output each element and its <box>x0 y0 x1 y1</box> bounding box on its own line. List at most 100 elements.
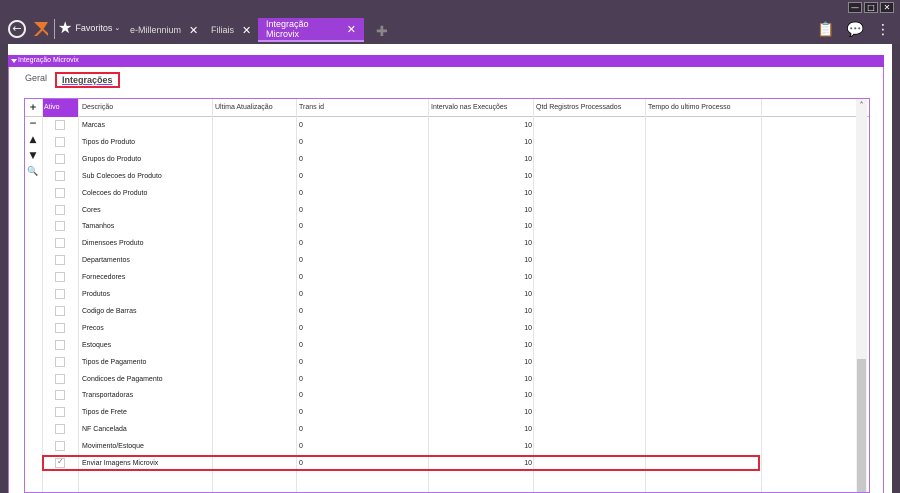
cell-trans-id: 0 <box>299 189 303 197</box>
ativo-checkbox[interactable] <box>55 339 65 350</box>
column-header-trans-id[interactable]: Trans id <box>297 99 427 117</box>
cell-intervalo: 10 <box>524 138 532 146</box>
table-row[interactable]: Cores 0 10 <box>25 202 857 219</box>
cell-descricao: Transportadoras <box>82 392 134 400</box>
table-row[interactable]: Tamanhos 0 10 <box>25 218 857 235</box>
close-window-button[interactable]: ✕ <box>880 2 894 13</box>
ativo-checkbox[interactable] <box>55 390 65 401</box>
new-tab-plus-icon[interactable]: ✚ <box>376 24 388 40</box>
app-logo-icon <box>34 22 48 36</box>
ativo-checkbox[interactable] <box>55 289 65 299</box>
cell-intervalo: 10 <box>524 358 532 366</box>
subtab-integracoes[interactable]: Integrações <box>55 72 120 88</box>
close-tab-icon[interactable]: ✕ <box>347 23 356 36</box>
clipboard-check-icon[interactable]: 📋 <box>817 22 834 38</box>
cell-trans-id: 0 <box>299 409 303 417</box>
topbar-divider <box>54 19 55 39</box>
tab-e-millennium[interactable]: e-Millennium ✕ <box>122 18 206 42</box>
column-header-descricao[interactable]: Descrição <box>80 99 210 117</box>
table-row[interactable]: Departamentos 0 10 <box>25 252 857 269</box>
cell-intervalo: 10 <box>524 223 532 231</box>
ativo-checkbox[interactable] <box>55 255 65 266</box>
table-row[interactable]: Fornecedores 0 10 <box>25 269 857 286</box>
integrations-grid: Ativo Descrição Ultima Atualização Trans… <box>24 98 870 493</box>
table-row[interactable]: Tipos de Frete 0 10 <box>25 404 857 421</box>
column-header-tempo[interactable]: Tempo do ultimo Processo <box>646 99 762 117</box>
table-row[interactable]: NF Cancelada 0 10 <box>25 421 857 438</box>
scroll-up-chevron-icon[interactable]: ˄ <box>856 101 867 111</box>
table-row[interactable]: Dimensoes Produto 0 10 <box>25 235 857 252</box>
cell-intervalo: 10 <box>524 172 532 180</box>
ativo-checkbox[interactable] <box>55 305 65 316</box>
ativo-checkbox[interactable] <box>55 441 65 452</box>
ativo-checkbox[interactable] <box>55 272 65 283</box>
table-row[interactable]: Produtos 0 10 <box>25 286 857 303</box>
cell-intervalo: 10 <box>524 291 532 298</box>
cell-trans-id: 0 <box>299 274 303 282</box>
table-row[interactable]: Transportadoras 0 10 <box>25 387 857 404</box>
ativo-checkbox[interactable] <box>55 373 65 384</box>
table-row[interactable]: Colecoes do Produto 0 10 <box>25 185 857 202</box>
cell-descricao: Tipos do Produto <box>82 138 136 146</box>
tab-filiais[interactable]: Filiais ✕ <box>203 18 259 42</box>
cell-descricao: Produtos <box>82 291 111 298</box>
ativo-checkbox[interactable] <box>55 187 65 198</box>
ativo-checkbox[interactable] <box>55 170 65 181</box>
cell-descricao: Precos <box>82 324 104 332</box>
close-tab-icon[interactable]: ✕ <box>189 24 198 37</box>
section-header[interactable]: Integração Microvix <box>8 55 884 67</box>
more-vertical-icon[interactable]: ⋮ <box>876 22 890 38</box>
ativo-checkbox[interactable] <box>55 221 65 232</box>
cell-descricao: Tipos de Frete <box>82 409 127 417</box>
column-header-ativo[interactable]: Ativo <box>42 99 78 117</box>
table-row[interactable]: Movimento/Estoque 0 10 <box>25 438 857 455</box>
subtab-geral[interactable]: Geral <box>25 73 47 83</box>
cell-intervalo: 10 <box>524 409 532 417</box>
table-row[interactable]: Precos 0 10 <box>25 320 857 337</box>
ativo-checkbox[interactable] <box>55 322 65 333</box>
chat-bubbles-icon[interactable]: 💬 <box>847 22 864 38</box>
column-header-qtd-registros[interactable]: Qtd Registros Processados <box>534 99 646 117</box>
table-row[interactable]: Tipos de Pagamento 0 10 <box>25 354 857 371</box>
cell-intervalo: 10 <box>524 206 532 214</box>
ativo-checkbox[interactable] <box>55 120 65 130</box>
cell-trans-id: 0 <box>299 307 303 315</box>
table-row[interactable]: Estoques 0 10 <box>25 337 857 354</box>
vertical-scrollbar[interactable]: ˄ <box>856 99 867 492</box>
cell-trans-id: 0 <box>299 324 303 332</box>
table-row[interactable]: Marcas 0 10 <box>25 117 857 134</box>
favorites-label: Favoritos <box>75 22 113 33</box>
cell-trans-id: 0 <box>299 240 303 248</box>
ativo-checkbox[interactable] <box>55 238 65 249</box>
ativo-checkbox[interactable] <box>55 136 65 147</box>
cell-descricao: Movimento/Estoque <box>82 443 144 451</box>
ativo-checkbox[interactable] <box>55 356 65 367</box>
table-row[interactable]: Codigo de Barras 0 10 <box>25 303 857 320</box>
table-row[interactable]: Grupos do Produto 0 10 <box>25 151 857 168</box>
scrollbar-thumb[interactable] <box>857 359 866 492</box>
column-header-intervalo[interactable]: Intervalo nas Execuções <box>429 99 533 117</box>
cell-descricao: Colecoes do Produto <box>82 189 148 197</box>
close-tab-icon[interactable]: ✕ <box>242 24 251 37</box>
table-row[interactable]: Condicoes de Pagamento 0 10 <box>25 371 857 388</box>
favorites-menu[interactable]: ★ Favoritos ⌄ <box>58 18 120 37</box>
cell-descricao: Sub Colecoes do Produto <box>82 172 162 180</box>
minimize-button[interactable]: — <box>848 2 862 13</box>
cell-intervalo: 10 <box>524 189 532 197</box>
ativo-checkbox[interactable] <box>55 407 65 418</box>
cell-trans-id: 0 <box>299 122 303 129</box>
maximize-button[interactable]: □ <box>864 2 878 13</box>
column-header-ultima-atualizacao[interactable]: Ultima Atualização <box>213 99 297 117</box>
ativo-checkbox[interactable] <box>55 204 65 215</box>
table-row[interactable]: Tipos do Produto 0 10 <box>25 134 857 151</box>
cell-trans-id: 0 <box>299 223 303 231</box>
back-arrow-icon[interactable]: ← <box>8 20 26 38</box>
ativo-checkbox[interactable] <box>55 153 65 164</box>
cell-intervalo: 10 <box>524 240 532 248</box>
tab-integracao-microvix[interactable]: Integração Microvix ✕ <box>258 18 364 42</box>
table-row[interactable]: Sub Colecoes do Produto 0 10 <box>25 168 857 185</box>
cell-trans-id: 0 <box>299 138 303 146</box>
cell-trans-id: 0 <box>299 155 303 163</box>
cell-trans-id: 0 <box>299 426 303 434</box>
ativo-checkbox[interactable] <box>55 424 65 435</box>
